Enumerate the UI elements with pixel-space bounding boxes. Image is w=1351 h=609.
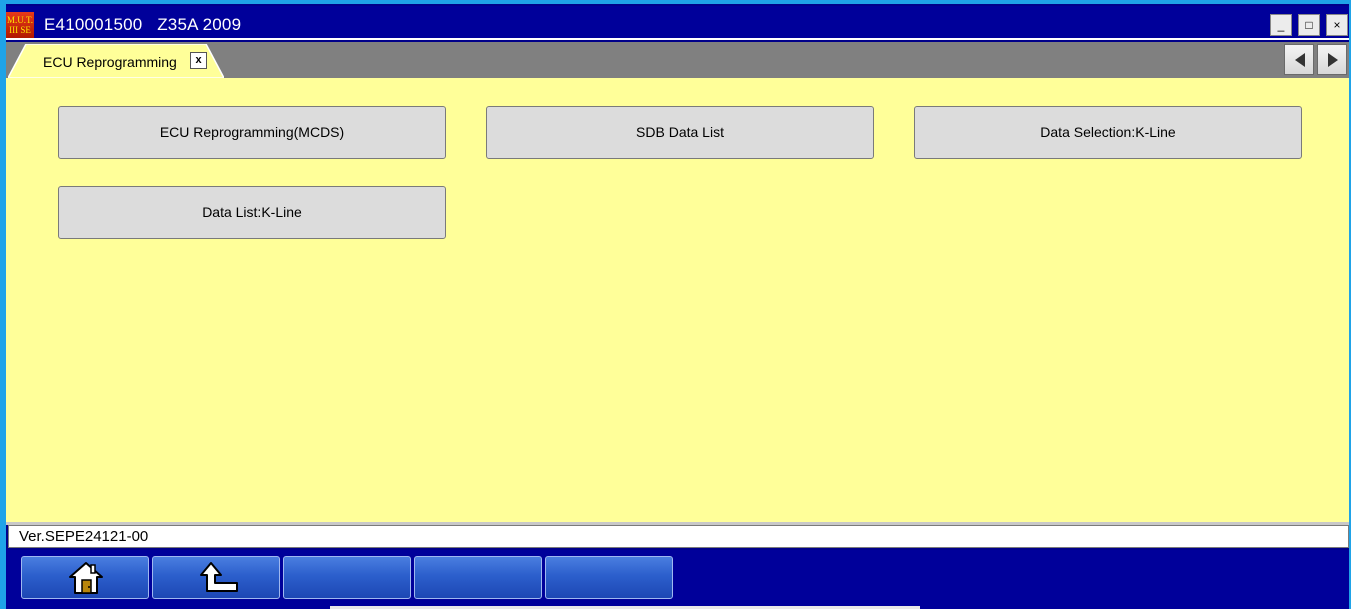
close-window-button[interactable]: × [1326, 14, 1348, 36]
home-icon [69, 562, 103, 594]
toolbar-button-3[interactable] [283, 556, 411, 599]
tab-scroll-right-button[interactable] [1317, 44, 1347, 75]
app-logo-icon: M.U.T. III SE [6, 12, 34, 38]
maximize-button[interactable]: □ [1298, 14, 1320, 36]
arrow-left-icon [1295, 53, 1305, 67]
tab-strip: ECU Reprogramming x [6, 42, 1349, 78]
main-content: ECU Reprogramming(MCDS) SDB Data List Da… [6, 78, 1349, 522]
toolbar-button-4[interactable] [414, 556, 542, 599]
version-status-bar: Ver.SEPE24121-00 [8, 525, 1349, 548]
back-arrow-icon [200, 562, 238, 592]
window-title: E410001500 Z35A 2009 [44, 15, 242, 34]
arrow-right-icon [1328, 53, 1338, 67]
toolbar-button-5[interactable] [545, 556, 673, 599]
sdb-data-list-button[interactable]: SDB Data List [486, 106, 874, 159]
tab-scroll-left-button[interactable] [1284, 44, 1314, 75]
ecu-reprogramming-mcds-button[interactable]: ECU Reprogramming(MCDS) [58, 106, 446, 159]
back-button[interactable] [152, 556, 280, 599]
title-bar: M.U.T. III SE E410001500 Z35A 2009 _ □ × [6, 6, 1349, 40]
home-button[interactable] [21, 556, 149, 599]
tab-ecu-reprogramming[interactable]: ECU Reprogramming x [8, 44, 224, 78]
logo-line-2: III SE [9, 25, 31, 35]
minimize-button[interactable]: _ [1270, 14, 1292, 36]
data-selection-kline-button[interactable]: Data Selection:K-Line [914, 106, 1302, 159]
tab-close-button[interactable]: x [190, 52, 207, 69]
logo-line-1: M.U.T. [6, 15, 34, 25]
data-list-kline-button[interactable]: Data List:K-Line [58, 186, 446, 239]
bottom-toolbar [6, 550, 1349, 609]
tab-label: ECU Reprogramming [43, 54, 177, 70]
